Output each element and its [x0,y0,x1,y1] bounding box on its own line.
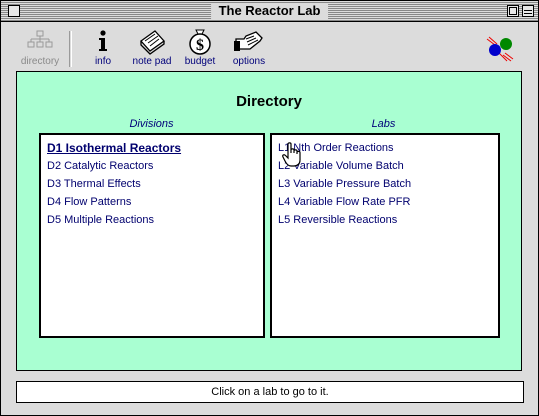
divisions-label: Divisions [129,118,174,130]
window-title: The Reactor Lab [210,3,329,19]
directory-label: directory [20,56,60,67]
svg-text:$: $ [196,37,204,54]
budget-button[interactable]: $ budget [181,27,219,67]
directory-panel: Directory Divisions Labs D1 Isothermal R… [16,71,522,371]
toolbar: directory info note pad $ budget options [1,23,538,73]
division-item-d2[interactable]: D2 Catalytic Reactors [47,158,263,176]
options-label: options [232,56,266,67]
lab-item-l1[interactable]: L1 Nth Order Reactions [278,140,498,158]
options-button[interactable]: options [229,27,269,67]
notepad-button[interactable]: note pad [129,27,175,67]
options-icon [234,31,263,51]
status-bar: Click on a lab to go to it. [16,381,524,403]
division-item-d1[interactable]: D1 Isothermal Reactors [47,140,263,158]
lab-item-l3[interactable]: L3 Variable Pressure Batch [278,176,498,194]
directory-button[interactable]: directory [19,27,61,67]
lab-item-l4[interactable]: L4 Variable Flow Rate PFR [278,194,498,212]
budget-icon: $ [189,29,211,55]
directory-icon [27,30,53,48]
division-item-d4[interactable]: D4 Flow Patterns [47,194,263,212]
divisions-list: D1 Isothermal Reactors D2 Catalytic Reac… [39,133,265,338]
budget-label: budget [184,56,216,67]
hand-pointer-cursor [282,142,301,167]
collapse-box[interactable] [522,5,534,17]
labs-list: L1 Nth Order Reactions L2 Variable Volum… [270,133,500,338]
notepad-icon [140,30,165,55]
info-button[interactable]: info [89,27,117,67]
lab-item-l2[interactable]: L2 Variable Volume Batch [278,158,498,176]
close-box[interactable] [8,5,20,17]
toolbar-separator [69,31,72,67]
lab-item-l5[interactable]: L5 Reversible Reactions [278,212,498,230]
info-label: info [94,56,112,67]
zoom-box[interactable] [507,5,519,17]
division-item-d3[interactable]: D3 Thermal Effects [47,176,263,194]
app-window: The Reactor Lab directory info note pad … [0,0,539,416]
labs-label: Labs [371,118,396,130]
info-icon [99,30,107,51]
title-bar[interactable]: The Reactor Lab [1,1,538,22]
division-item-d5[interactable]: D5 Multiple Reactions [47,212,263,230]
page-title: Directory [236,93,302,110]
molecule-logo-icon [486,36,514,62]
notepad-label: note pad [132,56,172,67]
